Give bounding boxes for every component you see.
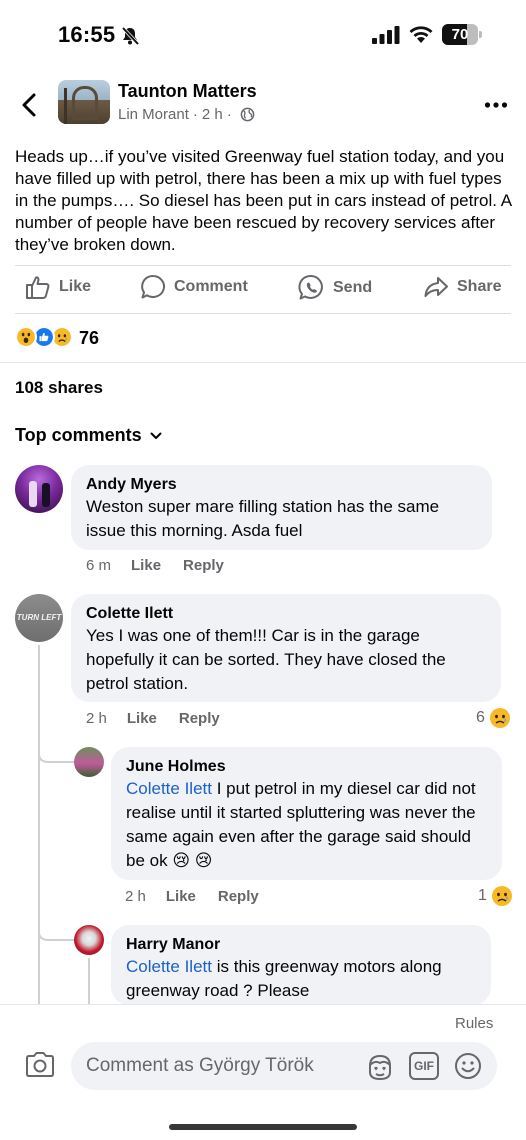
group-avatar[interactable] xyxy=(58,80,110,124)
meta-separator: · xyxy=(226,106,232,123)
post-meta: Lin Morant · 2 h · xyxy=(118,106,255,123)
back-arrow-icon[interactable] xyxy=(18,90,42,120)
post-action-bar: Like Comment Send Share xyxy=(0,266,526,312)
commenter-name[interactable]: Andy Myers xyxy=(86,475,478,495)
thread-line xyxy=(38,645,40,1005)
comment-reaction-summary[interactable]: 6 xyxy=(476,707,511,729)
status-bar: 16:55 70 xyxy=(0,0,526,70)
reply-reaction-count: 1 xyxy=(478,887,487,904)
crying-emoji: 😢 😢 xyxy=(172,851,213,870)
messenger-send-icon xyxy=(298,274,323,300)
group-name[interactable]: Taunton Matters xyxy=(118,81,257,102)
post-time[interactable]: 2 h xyxy=(202,106,223,123)
comment-reply-button[interactable]: Reply xyxy=(183,557,224,574)
post-author[interactable]: Lin Morant xyxy=(118,106,189,123)
camera-icon[interactable] xyxy=(24,1051,56,1079)
comment-input[interactable]: Comment as György Török GIF xyxy=(71,1042,497,1090)
share-button[interactable]: Share xyxy=(423,274,501,300)
commenter-avatar[interactable] xyxy=(15,465,63,513)
reply-avatar[interactable] xyxy=(74,925,104,955)
comment-bubble-icon xyxy=(141,274,165,299)
reply-meta: 2 h Like Reply xyxy=(125,888,281,905)
share-label: Share xyxy=(457,278,502,295)
reply-bubble: Harry Manor Colette Ilett is this greenw… xyxy=(111,925,491,1005)
meta-separator: · xyxy=(192,106,198,123)
avatar-sticker-icon[interactable] xyxy=(365,1052,395,1082)
battery-percent: 70 xyxy=(451,26,469,43)
thread-line xyxy=(88,958,90,1004)
like-label: Like xyxy=(59,278,92,295)
avatar-road-marking: TURN LEFT xyxy=(16,613,62,622)
share-arrow-icon xyxy=(424,277,448,297)
share-count[interactable]: 108 shares xyxy=(15,378,103,398)
commenter-avatar[interactable]: TURN LEFT xyxy=(15,594,63,642)
reply-bubble: June Holmes Colette Ilett I put petrol i… xyxy=(111,747,502,880)
post-body-text: Heads up…if you’ve visited Greenway fuel… xyxy=(15,147,512,254)
reply-connector xyxy=(38,918,75,941)
send-label: Send xyxy=(333,278,373,296)
wifi-icon xyxy=(409,26,433,43)
comment-like-button[interactable]: Like xyxy=(131,557,161,574)
reply-connector xyxy=(38,740,75,763)
comment-sort-dropdown[interactable]: Top comments xyxy=(15,425,162,446)
comment-bubble: Colette Ilett Yes I was one of them!!! C… xyxy=(71,594,501,702)
mention-link[interactable]: Colette Ilett xyxy=(126,957,212,976)
home-indicator[interactable] xyxy=(169,1124,357,1130)
gif-label: GIF xyxy=(414,1059,434,1073)
status-time: 16:55 xyxy=(58,22,116,47)
comment-time: 2 h xyxy=(86,710,107,727)
like-button[interactable]: Like xyxy=(25,274,91,300)
divider xyxy=(0,362,526,363)
battery-indicator: 70 xyxy=(442,24,482,45)
wow-reaction-icon xyxy=(15,326,37,348)
sad-reaction-icon xyxy=(491,886,512,906)
reply-reaction-summary[interactable]: 1 xyxy=(478,885,513,907)
reply-reply-button[interactable]: Reply xyxy=(218,888,259,905)
comment-time: 6 m xyxy=(86,557,112,574)
chevron-down-icon xyxy=(150,432,162,439)
sad-reaction-icon xyxy=(489,708,510,728)
mention-link[interactable]: Colette Ilett xyxy=(126,779,212,798)
reply-like-button[interactable]: Like xyxy=(166,888,196,905)
replier-name[interactable]: June Holmes xyxy=(126,757,488,777)
bell-slash-icon xyxy=(121,26,140,46)
reply-text: Colette Ilett is this greenway motors al… xyxy=(126,955,477,1003)
reaction-count: 76 xyxy=(79,327,100,348)
divider xyxy=(0,1004,526,1005)
comment-sort-label: Top comments xyxy=(15,425,142,445)
gif-button[interactable]: GIF xyxy=(409,1052,439,1080)
comment-bubble: Andy Myers Weston super mare filling sta… xyxy=(71,465,492,550)
more-options-icon[interactable] xyxy=(484,100,508,110)
thumbs-up-icon xyxy=(26,276,50,299)
comment-meta: 6 m Like Reply xyxy=(86,557,246,574)
reply-time: 2 h xyxy=(125,888,146,905)
comment-input-placeholder: Comment as György Török xyxy=(86,1055,314,1076)
commenter-name[interactable]: Colette Ilett xyxy=(86,604,487,624)
comment-reaction-count: 6 xyxy=(476,709,485,726)
globe-icon xyxy=(240,107,255,122)
send-button[interactable]: Send xyxy=(298,274,372,301)
comment-text: Yes I was one of them!!! Car is in the g… xyxy=(86,626,446,693)
reply-avatar[interactable] xyxy=(74,747,104,777)
replier-name[interactable]: Harry Manor xyxy=(126,935,477,955)
comment-text: Weston super mare filling station has th… xyxy=(86,497,440,540)
cell-signal-icon xyxy=(372,26,400,44)
comment-like-button[interactable]: Like xyxy=(127,710,157,727)
reply-text: Colette Ilett I put petrol in my diesel … xyxy=(126,777,488,873)
comment-reply-button[interactable]: Reply xyxy=(179,710,220,727)
comment-button[interactable]: Comment xyxy=(140,274,248,300)
reaction-summary[interactable]: 76 xyxy=(15,326,99,350)
rules-link[interactable]: Rules xyxy=(455,1015,493,1032)
divider xyxy=(15,313,511,314)
comment-label: Comment xyxy=(174,278,248,295)
comment-meta: 2 h Like Reply xyxy=(86,710,242,727)
emoji-icon[interactable] xyxy=(453,1051,483,1081)
